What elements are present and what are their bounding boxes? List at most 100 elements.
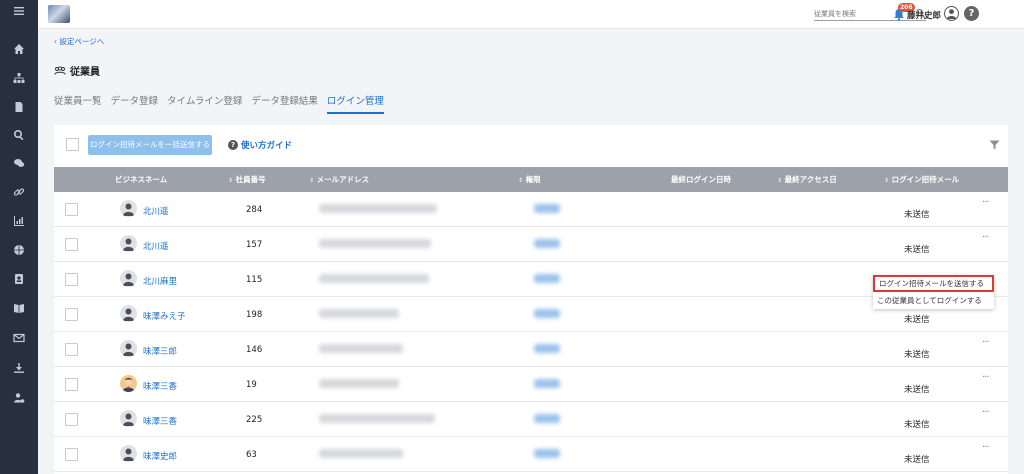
table-row[interactable]: 味澤みえ子 198 未送信 <box>54 298 1008 332</box>
search-icon[interactable] <box>0 124 38 146</box>
invite-status: 未送信 <box>904 350 930 360</box>
employee-number: 146 <box>246 345 263 355</box>
row-checkbox[interactable] <box>65 273 78 286</box>
employees-icon <box>54 65 66 75</box>
row-checkbox[interactable] <box>65 448 78 461</box>
email-redacted <box>319 344 403 353</box>
invite-status: 未送信 <box>904 420 930 430</box>
menu-icon[interactable] <box>0 0 38 22</box>
sidebar <box>0 0 38 474</box>
more-actions-button[interactable]: ··· <box>982 442 989 453</box>
user-name[interactable]: 藤井史郎 <box>907 9 941 21</box>
business-name-link[interactable]: 北川遥 <box>143 240 169 252</box>
profile-card-icon[interactable] <box>0 268 38 290</box>
table-row[interactable]: 味澤三郎 146 未送信 ··· <box>54 333 1008 367</box>
column-invite-mail[interactable]: ⇕ ログイン招待メール <box>884 167 959 192</box>
employee-number: 63 <box>246 450 257 460</box>
business-name-link[interactable]: 北川遥 <box>143 205 169 217</box>
tab-login-management[interactable]: ログイン管理 <box>326 95 384 114</box>
globe-icon[interactable] <box>0 239 38 261</box>
employee-number: 198 <box>246 310 263 320</box>
avatar <box>120 445 137 462</box>
more-actions-button[interactable]: ··· <box>982 232 989 243</box>
email-redacted <box>319 309 399 318</box>
permission-redacted[interactable] <box>534 344 560 353</box>
column-permission[interactable]: ⇕ 権限 <box>518 167 541 192</box>
row-context-menu: ログイン招待メールを送信する この従業員としてログインする <box>873 275 994 309</box>
avatar <box>120 235 137 252</box>
table-row[interactable]: 北川遥 157 未送信 ··· <box>54 228 1008 262</box>
business-name-link[interactable]: 味澤みえ子 <box>143 310 186 322</box>
row-checkbox[interactable] <box>65 343 78 356</box>
invite-status: 未送信 <box>904 245 930 255</box>
sort-icon: ⇕ <box>518 177 524 184</box>
login-as-employee-menu-item[interactable]: この従業員としてログインする <box>873 292 994 309</box>
book-icon[interactable] <box>0 297 38 319</box>
row-checkbox[interactable] <box>65 238 78 251</box>
column-last-login[interactable]: 最終ログイン日時 <box>671 167 731 192</box>
tab-timeline-registration[interactable]: タイムライン登録 <box>167 95 242 114</box>
permission-redacted[interactable] <box>534 414 560 423</box>
question-icon: ? <box>228 140 238 150</box>
permission-redacted[interactable] <box>534 449 560 458</box>
help-button[interactable]: ? <box>964 6 979 21</box>
column-last-access[interactable]: ⇕ 最終アクセス日 <box>777 167 837 192</box>
business-name-link[interactable]: 味澤史郎 <box>143 450 177 462</box>
more-actions-button[interactable]: ··· <box>982 372 989 383</box>
avatar <box>120 270 137 287</box>
bulk-invite-button[interactable]: ログイン招待メールを一括送信する <box>88 135 212 155</box>
more-actions-button[interactable]: ··· <box>982 337 989 348</box>
permission-redacted[interactable] <box>534 274 560 283</box>
permission-redacted[interactable] <box>534 309 560 318</box>
chart-icon[interactable] <box>0 210 38 232</box>
permission-redacted[interactable] <box>534 239 560 248</box>
permission-redacted[interactable] <box>534 379 560 388</box>
chat-icon[interactable] <box>0 152 38 174</box>
table-row[interactable]: 味澤三香 19 未送信 ··· <box>54 368 1008 402</box>
tab-employee-list[interactable]: 従業員一覧 <box>54 95 102 114</box>
avatar <box>120 340 137 357</box>
table-row[interactable]: 北川麻里 115 <box>54 263 1008 297</box>
user-settings-icon[interactable] <box>0 387 38 409</box>
row-checkbox[interactable] <box>65 308 78 321</box>
user-icon <box>946 9 957 20</box>
tab-registration-results[interactable]: データ登録結果 <box>251 95 318 114</box>
table-row[interactable]: 北川遥 284 未送信 ··· <box>54 193 1008 227</box>
company-logo[interactable] <box>48 5 70 23</box>
usage-guide-link[interactable]: ? 使い方ガイド <box>228 139 292 151</box>
table-row[interactable]: 味澤史郎 63 未送信 ··· <box>54 438 1008 472</box>
business-name-link[interactable]: 味澤三香 <box>143 380 177 392</box>
column-email[interactable]: ⇕ メールアドレス <box>309 167 369 192</box>
email-redacted <box>319 414 435 423</box>
permission-redacted[interactable] <box>534 204 560 213</box>
avatar <box>120 375 137 392</box>
send-invite-mail-menu-item[interactable]: ログイン招待メールを送信する <box>873 275 994 292</box>
mail-icon[interactable] <box>0 327 38 349</box>
user-avatar[interactable] <box>944 6 959 21</box>
more-actions-button[interactable]: ··· <box>982 407 989 418</box>
column-employee-number[interactable]: ⇕ 社員番号 <box>228 167 266 192</box>
row-checkbox[interactable] <box>65 203 78 216</box>
email-redacted <box>319 274 429 283</box>
email-redacted <box>319 204 437 213</box>
business-name-link[interactable]: 味澤三香 <box>143 415 177 427</box>
business-name-link[interactable]: 味澤三郎 <box>143 345 177 357</box>
select-all-checkbox[interactable] <box>66 138 79 151</box>
email-redacted <box>319 449 403 458</box>
invite-status: 未送信 <box>904 210 930 220</box>
table-row[interactable]: 味澤三香 225 未送信 ··· <box>54 403 1008 437</box>
row-checkbox[interactable] <box>65 413 78 426</box>
tab-data-registration[interactable]: データ登録 <box>111 95 159 114</box>
avatar <box>120 305 137 322</box>
org-chart-icon[interactable] <box>0 67 38 89</box>
home-icon[interactable] <box>0 38 38 60</box>
column-business-name[interactable]: ビジネスネーム <box>115 167 167 192</box>
link-icon[interactable] <box>0 181 38 203</box>
document-icon[interactable] <box>0 96 38 118</box>
business-name-link[interactable]: 北川麻里 <box>143 275 177 287</box>
back-to-settings-link[interactable]: ‹ 設定ページへ <box>54 36 104 47</box>
download-icon[interactable] <box>0 357 38 379</box>
more-actions-button[interactable]: ··· <box>982 197 989 208</box>
filter-icon[interactable] <box>989 140 1000 150</box>
row-checkbox[interactable] <box>65 378 78 391</box>
